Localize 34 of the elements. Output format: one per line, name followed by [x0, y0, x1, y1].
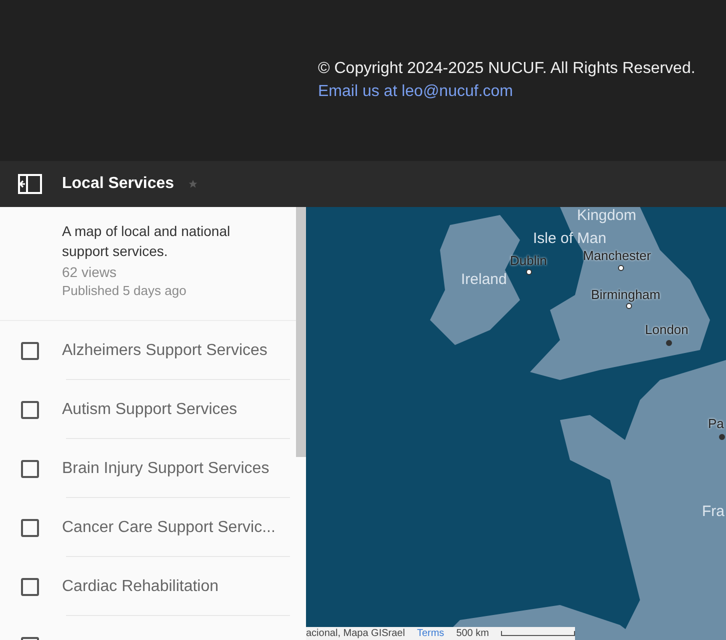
map-view[interactable]: Kingdom Isle of Man Dublin Ireland Manchester Birmingham London Pa Fra acional, Mapa GISrael Terms 500 km — [306, 207, 726, 640]
attribution-text: acional, Mapa GISrael — [306, 628, 405, 638]
view-count: 62 views — [62, 263, 118, 282]
layer-label[interactable]: Alzheimers Support Services — [62, 338, 268, 362]
city-marker-icon — [526, 269, 532, 275]
terms-link[interactable]: Terms — [416, 628, 444, 638]
copyright-text: © Copyright 2024-2025 NUCUF. All Rights Reserved. — [318, 59, 696, 79]
map-place-label: Pa — [708, 417, 724, 430]
star-icon[interactable] — [188, 179, 198, 189]
map-title: Local Services — [62, 174, 174, 194]
layer-label[interactable]: Autism Support Services — [62, 398, 238, 422]
layer-checkbox[interactable] — [21, 342, 39, 360]
scale-bar-icon — [500, 631, 575, 636]
map-place-label: Isle of Man — [533, 231, 606, 246]
map-place-label: Birmingham — [591, 288, 660, 301]
map-place-label: Dublin — [510, 254, 547, 267]
layer-checkbox[interactable] — [21, 460, 39, 478]
layer-checkbox[interactable] — [21, 518, 39, 536]
map-place-label: Manchester — [583, 249, 651, 262]
map-place-label: Ireland — [461, 272, 507, 287]
layer-label[interactable]: Cardiac Rehabilitation — [62, 574, 219, 598]
layer-checkbox[interactable] — [21, 578, 39, 596]
map-description: A map of local and national support services. — [62, 222, 232, 261]
layer-checkbox[interactable] — [21, 400, 39, 418]
map-place-label: London — [645, 323, 688, 336]
layer-label[interactable]: Cancer Care Support Servic... — [62, 516, 276, 540]
layer-label[interactable]: Brain Injury Support Services — [62, 456, 270, 480]
published-date: Published 5 days ago — [62, 282, 188, 300]
map-place-label: Kingdom — [577, 208, 636, 223]
collapse-panel-icon[interactable] — [18, 174, 42, 194]
email-link[interactable]: Email us at leo@nucuf.com — [318, 82, 513, 102]
scale-label: 500 km — [456, 628, 489, 638]
scrollbar-thumb[interactable] — [296, 207, 306, 457]
map-place-label: Fra — [702, 504, 724, 519]
